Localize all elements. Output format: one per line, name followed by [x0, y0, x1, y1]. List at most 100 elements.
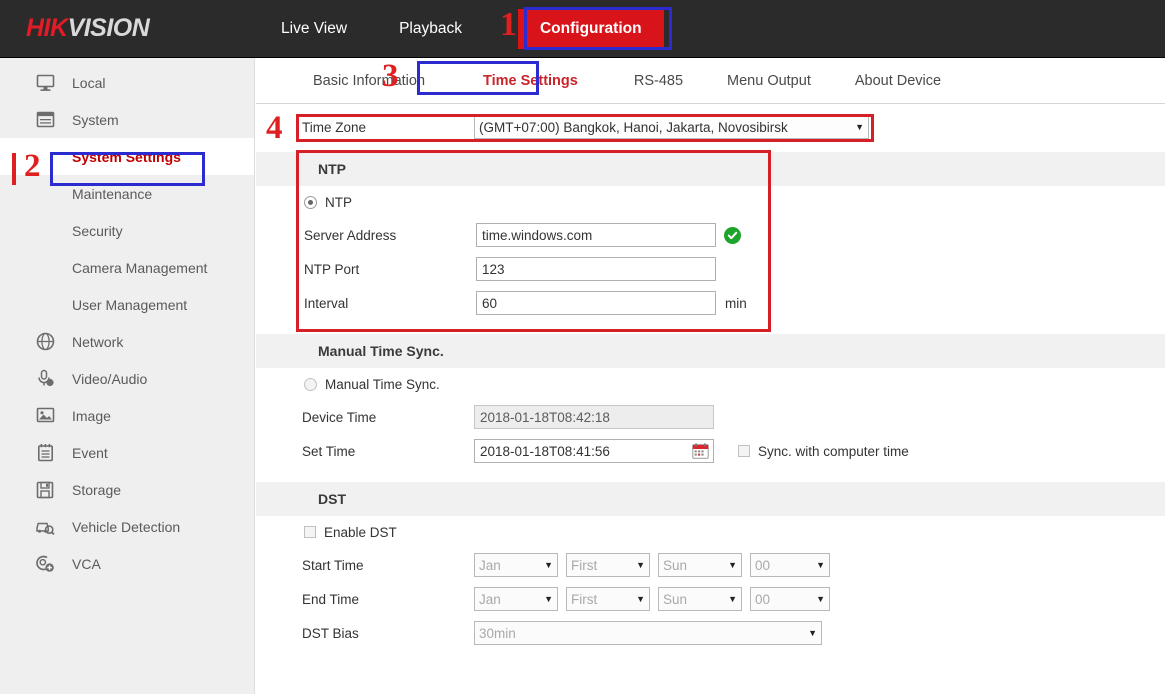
dst-section-title: DST: [318, 491, 346, 507]
chevron-down-icon: ▼: [636, 594, 645, 604]
sidebar-item-image[interactable]: Image: [0, 397, 254, 434]
chevron-down-icon: ▼: [636, 560, 645, 570]
dst-end-week-select[interactable]: First ▼: [566, 587, 650, 611]
dst-start-day-select[interactable]: Sun ▼: [658, 553, 742, 577]
dst-start-hour-select[interactable]: 00 ▼: [750, 553, 830, 577]
topnav-live-view[interactable]: Live View: [255, 0, 373, 58]
picture-icon: [30, 404, 60, 428]
main-content-area: Basic Information Time Settings RS-485 M…: [256, 58, 1165, 694]
chevron-down-icon: ▼: [728, 594, 737, 604]
dst-start-month-select[interactable]: Jan ▼: [474, 553, 558, 577]
timezone-label: Time Zone: [302, 119, 367, 135]
tab-time-settings[interactable]: Time Settings: [461, 59, 600, 103]
car-search-icon: [30, 515, 60, 539]
timezone-row: Time Zone (GMT+07:00) Bangkok, Hanoi, Ja…: [256, 112, 1165, 142]
chevron-down-icon: ▼: [728, 560, 737, 570]
dst-end-month-select[interactable]: Jan ▼: [474, 587, 558, 611]
sidebar-label-security: Security: [72, 222, 123, 239]
set-time-input[interactable]: [474, 439, 714, 463]
calendar-icon[interactable]: [692, 442, 710, 460]
vca-icon: [30, 552, 60, 576]
ntp-interval-unit: min: [725, 295, 747, 311]
sync-computer-time-label: Sync. with computer time: [758, 443, 909, 459]
sidebar-item-vca[interactable]: VCA: [0, 545, 254, 582]
sidebar-label-network: Network: [72, 333, 124, 350]
window-icon: [30, 108, 60, 132]
tab-menu-output[interactable]: Menu Output: [705, 59, 833, 103]
dst-bias-value: 30min: [479, 625, 516, 641]
dst-start-time-row: Start Time Jan ▼ First ▼ Sun ▼ 00 ▼: [256, 548, 1165, 582]
hikvision-logo: HIKVISION: [26, 14, 150, 43]
sidebar-item-local[interactable]: Local: [0, 64, 254, 101]
sidebar-item-vehicle-detection[interactable]: Vehicle Detection: [0, 508, 254, 545]
manual-sync-radio-row: Manual Time Sync.: [256, 368, 1165, 400]
dst-enable-row: Enable DST: [256, 516, 1165, 548]
sidebar-item-user-management[interactable]: User Management: [0, 286, 254, 323]
ntp-interval-row: Interval min: [256, 286, 1165, 320]
dst-bias-select[interactable]: 30min ▼: [474, 621, 822, 645]
chevron-down-icon: ▼: [816, 594, 825, 604]
chevron-down-icon: ▼: [855, 122, 864, 132]
sidebar-item-system[interactable]: System: [0, 101, 254, 138]
sidebar-item-video-audio[interactable]: Video/Audio: [0, 360, 254, 397]
ntp-port-label: NTP Port: [304, 261, 360, 277]
dst-end-day-select[interactable]: Sun ▼: [658, 587, 742, 611]
sidebar-label-image: Image: [72, 407, 111, 424]
sidebar-item-network[interactable]: Network: [0, 323, 254, 360]
ntp-radio-button[interactable]: [304, 195, 317, 209]
ntp-section-header: NTP: [256, 152, 1165, 186]
application-window: HIKVISION Live View Playback Configurati…: [0, 0, 1165, 694]
dst-bias-label: DST Bias: [302, 625, 359, 641]
annotation-number-4: 4: [266, 110, 283, 146]
dst-start-week-select[interactable]: First ▼: [566, 553, 650, 577]
ntp-server-address-input[interactable]: [476, 223, 716, 247]
chevron-down-icon: ▼: [544, 594, 553, 604]
clipboard-icon: [30, 441, 60, 465]
tab-basic-information[interactable]: Basic Information: [291, 59, 447, 103]
topnav-playback[interactable]: Playback: [373, 0, 488, 58]
tab-rs485[interactable]: RS-485: [612, 59, 705, 103]
sidebar-item-camera-management[interactable]: Camera Management: [0, 249, 254, 286]
globe-icon: [30, 330, 60, 354]
microphone-icon: [30, 367, 60, 391]
sidebar-label-vca: VCA: [72, 555, 101, 572]
sidebar-label-system-settings: System Settings: [72, 148, 181, 165]
manual-sync-section-title: Manual Time Sync.: [318, 343, 444, 359]
enable-dst-label: Enable DST: [324, 524, 397, 540]
dst-end-time-label: End Time: [302, 591, 360, 607]
ntp-port-input[interactable]: [476, 257, 716, 281]
enable-dst-checkbox[interactable]: [304, 526, 316, 538]
dst-start-day-value: Sun: [663, 557, 688, 573]
dst-start-month-value: Jan: [479, 557, 501, 573]
dst-bias-row: DST Bias 30min ▼: [256, 616, 1165, 650]
dst-start-hour-value: 00: [755, 557, 771, 573]
dst-end-month-value: Jan: [479, 591, 501, 607]
ntp-interval-label: Interval: [304, 295, 349, 311]
device-time-row: Device Time: [256, 400, 1165, 434]
logo-vision-text: VISION: [67, 14, 150, 42]
dst-end-week-value: First: [571, 591, 598, 607]
ntp-server-address-row: Server Address: [256, 218, 1165, 252]
sync-computer-time-checkbox[interactable]: [738, 445, 750, 457]
dst-start-time-label: Start Time: [302, 557, 364, 573]
sidebar-item-storage[interactable]: Storage: [0, 471, 254, 508]
annotation-tick-2: [12, 153, 16, 185]
dst-end-hour-value: 00: [755, 591, 771, 607]
topnav-configuration[interactable]: Configuration: [517, 9, 664, 49]
sidebar-item-event[interactable]: Event: [0, 434, 254, 471]
ntp-interval-input[interactable]: [476, 291, 716, 315]
device-time-label: Device Time: [302, 409, 377, 425]
tab-about-device[interactable]: About Device: [833, 59, 963, 103]
annotation-number-2: 2: [24, 148, 41, 184]
sidebar-item-security[interactable]: Security: [0, 212, 254, 249]
ntp-server-address-label: Server Address: [304, 227, 397, 243]
dst-end-hour-select[interactable]: 00 ▼: [750, 587, 830, 611]
set-time-label: Set Time: [302, 443, 356, 459]
sidebar-label-storage: Storage: [72, 481, 122, 498]
timezone-select[interactable]: (GMT+07:00) Bangkok, Hanoi, Jakarta, Nov…: [474, 115, 869, 139]
floppy-disk-icon: [30, 478, 60, 502]
manual-sync-radio-button[interactable]: [304, 377, 317, 391]
ntp-section-title: NTP: [318, 161, 346, 177]
sidebar-label-vehicle-detection: Vehicle Detection: [72, 518, 181, 535]
dst-section-header: DST: [256, 482, 1165, 516]
